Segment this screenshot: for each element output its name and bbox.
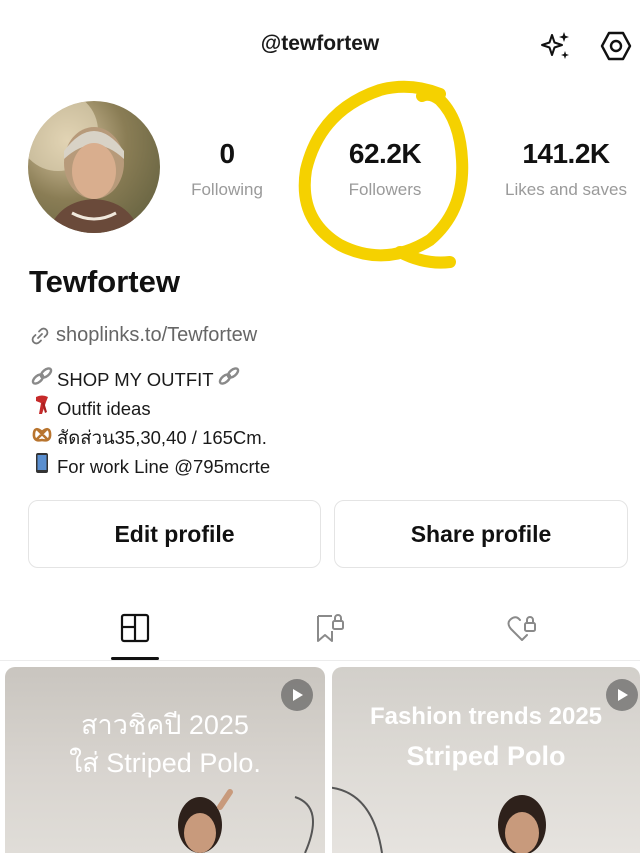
bio-line: สัดส่วน35,30,40 / 165Cm. bbox=[31, 424, 270, 452]
scarf-emoji-icon bbox=[31, 394, 53, 424]
post-caption-line1: สาวชิคปี 2025 bbox=[81, 710, 249, 740]
tab-posts[interactable] bbox=[105, 608, 165, 648]
profile-link[interactable]: shoplinks.to/Tewfortew bbox=[30, 324, 257, 347]
pretzel-emoji-icon bbox=[31, 424, 53, 452]
following-stat[interactable]: 0 Following bbox=[182, 138, 272, 200]
post-thumbnail[interactable]: สาวชิคปี 2025 ใส่ Striped Polo. bbox=[5, 667, 325, 853]
post-thumbnail[interactable]: Fashion trends 2025 Striped Polo bbox=[332, 667, 640, 853]
link-icon bbox=[31, 327, 49, 344]
post-caption-line1: Fashion trends 2025 bbox=[369, 703, 603, 730]
bio-text: For work Line @795mcrte bbox=[57, 456, 271, 477]
tab-divider bbox=[0, 660, 640, 661]
bio-line: For work Line @795mcrte bbox=[31, 452, 270, 482]
bio-text: Outfit ideas bbox=[57, 398, 151, 419]
following-count: 0 bbox=[219, 138, 235, 169]
sparkle-button[interactable] bbox=[536, 26, 576, 66]
phone-emoji-icon bbox=[31, 452, 53, 482]
edit-profile-button[interactable]: Edit profile bbox=[28, 500, 321, 568]
likes-stat[interactable]: 141.2K Likes and saves bbox=[498, 138, 634, 200]
settings-button[interactable] bbox=[596, 26, 636, 66]
heart-lock-icon bbox=[507, 616, 536, 641]
grid-icon bbox=[120, 613, 150, 643]
tab-liked[interactable] bbox=[492, 608, 552, 648]
sparkle-icon bbox=[541, 32, 569, 59]
bio-text: สัดส่วน35,30,40 / 165Cm. bbox=[57, 427, 267, 448]
likes-label: Likes and saves bbox=[505, 180, 627, 199]
bookmark-lock-icon bbox=[317, 614, 344, 642]
avatar-photo bbox=[28, 101, 140, 233]
post-caption-line2: Striped Polo bbox=[406, 741, 566, 771]
bio-line: Outfit ideas bbox=[31, 394, 270, 424]
share-profile-button[interactable]: Share profile bbox=[334, 500, 628, 568]
tab-saved[interactable] bbox=[300, 608, 360, 648]
likes-count: 141.2K bbox=[522, 138, 610, 169]
post-photo bbox=[178, 789, 314, 853]
bio-line: SHOP MY OUTFIT bbox=[31, 366, 270, 394]
avatar[interactable] bbox=[28, 101, 160, 233]
bio: SHOP MY OUTFIT Outfit ideas สัดส่วน35,30… bbox=[31, 366, 270, 482]
display-name: Tewfortew bbox=[29, 264, 180, 299]
link-emoji-icon bbox=[31, 366, 53, 394]
annotation-circle bbox=[298, 80, 469, 269]
bio-text: SHOP MY OUTFIT bbox=[57, 369, 214, 390]
settings-icon bbox=[600, 31, 632, 61]
link-emoji-icon bbox=[218, 366, 240, 394]
post-photo bbox=[332, 786, 546, 853]
following-label: Following bbox=[191, 180, 263, 199]
profile-link-text: shoplinks.to/Tewfortew bbox=[56, 324, 258, 346]
